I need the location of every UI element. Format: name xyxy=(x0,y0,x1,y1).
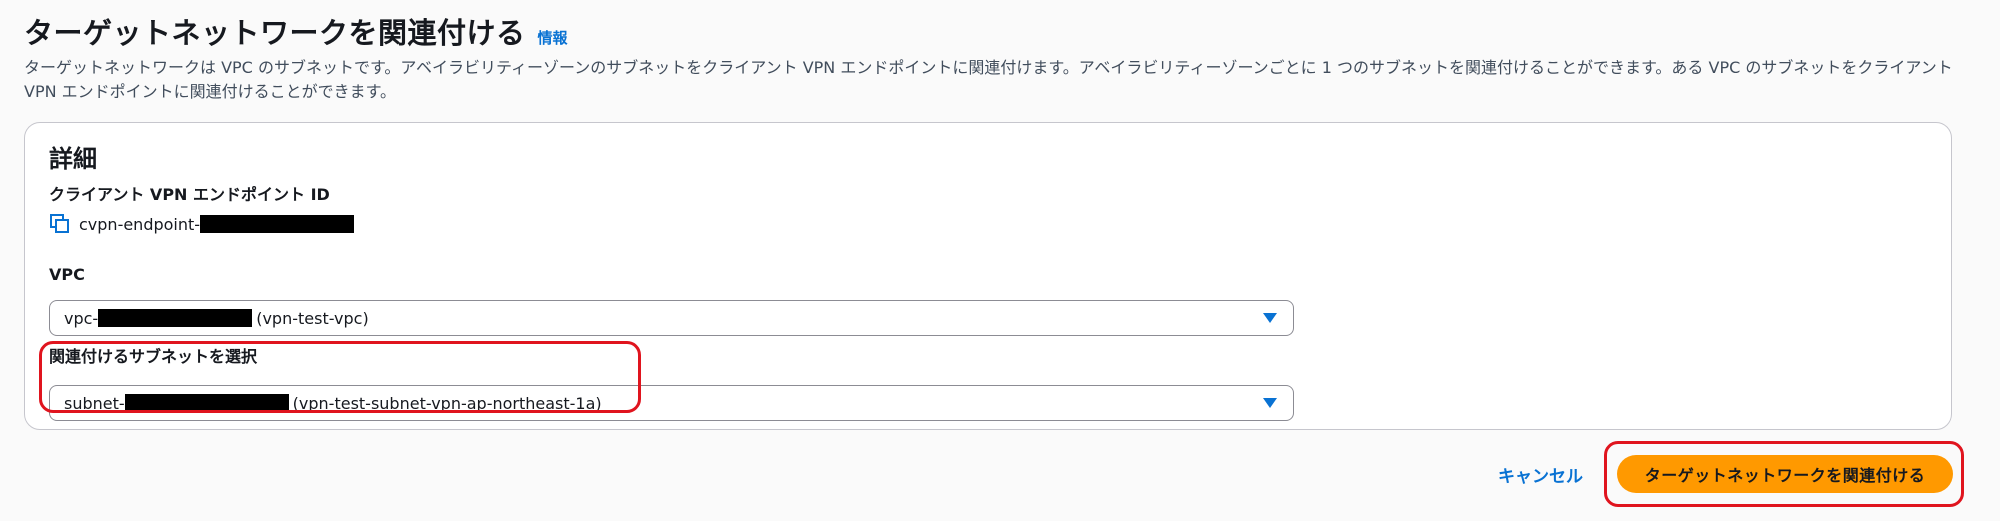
subnet-name: (vpn-test-subnet-vpn-ap-northeast-1a) xyxy=(292,393,602,413)
redacted-subnet-id xyxy=(124,394,289,412)
endpoint-id-prefix: cvpn-endpoint- xyxy=(79,214,201,234)
redacted-endpoint-id xyxy=(200,215,355,233)
subnet-select[interactable]: subnet- (vpn-test-subnet-vpn-ap-northeas… xyxy=(49,385,1294,421)
page-title: ターゲットネットワークを関連付ける xyxy=(24,16,526,50)
vpc-id-prefix: vpc- xyxy=(64,308,99,328)
section-title-details: 詳細 xyxy=(49,145,97,173)
title-row: ターゲットネットワークを関連付ける 情報 xyxy=(24,10,568,52)
cancel-button[interactable]: キャンセル xyxy=(1498,462,1583,487)
subnet-id-prefix: subnet- xyxy=(64,393,125,413)
details-panel: 詳細 クライアント VPN エンドポイント ID cvpn-endpoint- … xyxy=(24,122,1952,430)
caret-down-icon xyxy=(1263,398,1277,408)
caret-down-icon xyxy=(1263,313,1277,323)
endpoint-id-value: cvpn-endpoint- xyxy=(49,213,355,235)
copy-icon[interactable] xyxy=(49,213,71,235)
associate-target-network-button[interactable]: ターゲットネットワークを関連付ける xyxy=(1617,455,1953,493)
vpc-select-value: vpc- (vpn-test-vpc) xyxy=(64,309,369,328)
info-link[interactable]: 情報 xyxy=(538,27,568,48)
subnet-label: 関連付けるサブネットを選択 xyxy=(49,347,258,366)
vpc-name: (vpn-test-vpc) xyxy=(256,308,369,328)
redacted-vpc-id xyxy=(98,309,253,327)
page: ターゲットネットワークを関連付ける 情報 ターゲットネットワークは VPC のサ… xyxy=(0,0,2000,521)
subnet-select-value: subnet- (vpn-test-subnet-vpn-ap-northeas… xyxy=(64,394,602,413)
vpc-select[interactable]: vpc- (vpn-test-vpc) xyxy=(49,300,1294,336)
vpc-label: VPC xyxy=(49,265,85,284)
page-description: ターゲットネットワークは VPC のサブネットです。アベイラビリティーゾーンのサ… xyxy=(24,58,1953,101)
endpoint-id-label: クライアント VPN エンドポイント ID xyxy=(49,185,330,204)
